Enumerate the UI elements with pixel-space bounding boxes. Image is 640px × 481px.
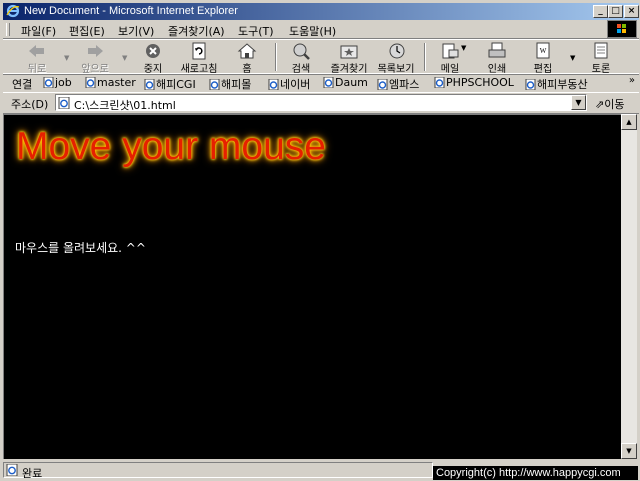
standard-toolbar: 뒤로 ▼ 앞으로 ▼ 중지 새로고침 홈 검색 즐겨찾기 목록보기 메일 ▼ 인… — [3, 39, 639, 75]
vertical-scrollbar[interactable]: ▲ ▼ — [621, 114, 637, 459]
history-icon — [389, 43, 405, 59]
back-dropdown-icon[interactable]: ▼ — [64, 54, 69, 62]
history-button[interactable]: 목록보기 — [374, 42, 418, 75]
link-label: master — [97, 76, 136, 89]
address-url[interactable]: C:\스크린샷\01.html — [74, 97, 176, 113]
close-button[interactable]: × — [624, 5, 639, 18]
ie-page-icon — [209, 79, 220, 90]
browser-window: New Document - Microsoft Internet Explor… — [0, 0, 640, 480]
go-button[interactable]: ⇗이동 — [595, 96, 624, 112]
forward-arrow-icon — [88, 45, 103, 57]
scroll-down-arrow-icon[interactable]: ▼ — [621, 443, 637, 459]
refresh-icon — [192, 42, 206, 60]
menu-edit[interactable]: 편집(E) — [69, 23, 105, 39]
refresh-button[interactable]: 새로고침 — [177, 42, 221, 75]
address-input[interactable]: C:\스크린샷\01.html ▼ — [55, 94, 587, 113]
edit-dropdown-icon[interactable]: ▼ — [570, 54, 575, 62]
toolbar-separator — [424, 43, 426, 71]
discuss-button[interactable]: 토론 — [579, 42, 623, 75]
ie-page-icon — [377, 79, 388, 90]
window-title: New Document - Microsoft Internet Explor… — [24, 5, 238, 17]
copyright-overlay: Copyright(c) http://www.happycgi.com — [433, 466, 638, 480]
link-happy-realestate[interactable]: 해피부동산 — [525, 76, 588, 92]
link-label: 해피부동산 — [537, 78, 588, 91]
menu-favorites[interactable]: 즐겨찾기(A) — [168, 23, 225, 39]
back-arrow-icon — [29, 45, 44, 57]
svg-text:W: W — [540, 47, 547, 55]
links-bar: 연결 job master 해피CGI 해피몰 네이버 Daum 엠파스 PHP… — [3, 73, 639, 93]
mail-icon — [442, 43, 459, 59]
search-button[interactable]: 검색 — [279, 42, 323, 75]
maximize-button[interactable]: □ — [608, 5, 623, 18]
links-label: 연결 — [12, 78, 33, 91]
address-label: 주소(D) — [11, 98, 49, 111]
page-text: 마우스를 올려보세요. ^^ — [15, 241, 146, 255]
ie-page-icon — [144, 79, 155, 90]
go-arrow-icon: ⇗ — [595, 98, 605, 111]
link-label: 엠파스 — [389, 78, 420, 91]
link-label: 해피몰 — [221, 78, 252, 91]
ie-page-icon — [434, 77, 445, 88]
print-button[interactable]: 인쇄 — [475, 42, 519, 75]
link-label: Daum — [335, 76, 368, 89]
ie-page-icon — [43, 77, 54, 88]
back-button[interactable]: 뒤로 — [15, 42, 59, 75]
link-job[interactable]: job — [43, 76, 72, 89]
ie-logo-icon — [6, 4, 20, 18]
ie-page-icon — [323, 77, 334, 88]
menu-view[interactable]: 보기(V) — [118, 23, 154, 39]
link-naver[interactable]: 네이버 — [268, 76, 310, 92]
address-dropdown-icon[interactable]: ▼ — [571, 95, 586, 110]
windows-logo — [607, 20, 637, 38]
page-content[interactable]: Move your mouse 마우스를 올려보세요. ^^ — [3, 114, 621, 459]
stop-button[interactable]: 중지 — [131, 42, 175, 75]
link-label: 네이버 — [280, 78, 311, 91]
title-bar[interactable]: New Document - Microsoft Internet Explor… — [3, 3, 639, 20]
link-daum[interactable]: Daum — [323, 76, 368, 89]
printer-icon — [488, 42, 506, 58]
link-empas[interactable]: 엠파스 — [377, 76, 419, 92]
edit-button[interactable]: W 편집 — [521, 42, 565, 75]
minimize-button[interactable]: _ — [593, 5, 608, 18]
favorites-button[interactable]: 즐겨찾기 — [327, 42, 371, 75]
links-overflow-chevron-icon[interactable]: » — [629, 75, 635, 86]
link-label: PHPSCHOOL — [446, 76, 514, 89]
menu-file[interactable]: 파일(F) — [21, 23, 56, 39]
address-bar: 주소(D) C:\스크린샷\01.html ▼ ⇗이동 — [3, 92, 639, 114]
ie-page-icon — [525, 79, 536, 90]
stop-icon — [146, 44, 160, 58]
ie-page-icon — [268, 79, 279, 90]
page-headline: Move your mouse — [16, 125, 326, 168]
menu-help[interactable]: 도움말(H) — [289, 23, 336, 39]
go-label: 이동 — [604, 98, 625, 111]
windows-flag-icon — [617, 24, 626, 33]
discuss-icon — [594, 42, 608, 59]
ie-page-icon — [85, 77, 96, 88]
toolbar-separator — [275, 43, 277, 71]
ie-page-icon — [58, 97, 70, 109]
link-label: 해피CGI — [156, 78, 196, 91]
forward-dropdown-icon[interactable]: ▼ — [122, 54, 127, 62]
favorites-folder-icon — [340, 45, 358, 59]
home-button[interactable]: 홈 — [225, 42, 269, 75]
toolbar-grip[interactable] — [6, 23, 10, 36]
menu-bar: 파일(F) 편집(E) 보기(V) 즐겨찾기(A) 도구(T) 도움말(H) — [3, 20, 639, 39]
menu-tools[interactable]: 도구(T) — [238, 23, 274, 39]
status-text: 완료 — [22, 467, 43, 480]
link-master[interactable]: master — [85, 76, 136, 89]
mail-dropdown-icon[interactable]: ▼ — [461, 44, 466, 52]
search-globe-icon — [293, 43, 310, 60]
word-edit-icon: W — [536, 42, 550, 59]
forward-button[interactable]: 앞으로 — [73, 42, 117, 75]
link-phpschool[interactable]: PHPSCHOOL — [434, 76, 514, 89]
home-icon — [237, 43, 257, 59]
status-pane: 완료 — [3, 462, 433, 480]
link-happymall[interactable]: 해피몰 — [209, 76, 251, 92]
link-label: job — [55, 76, 72, 89]
ie-page-icon — [6, 464, 18, 476]
link-happycgi[interactable]: 해피CGI — [144, 76, 196, 92]
scroll-up-arrow-icon[interactable]: ▲ — [621, 114, 637, 130]
